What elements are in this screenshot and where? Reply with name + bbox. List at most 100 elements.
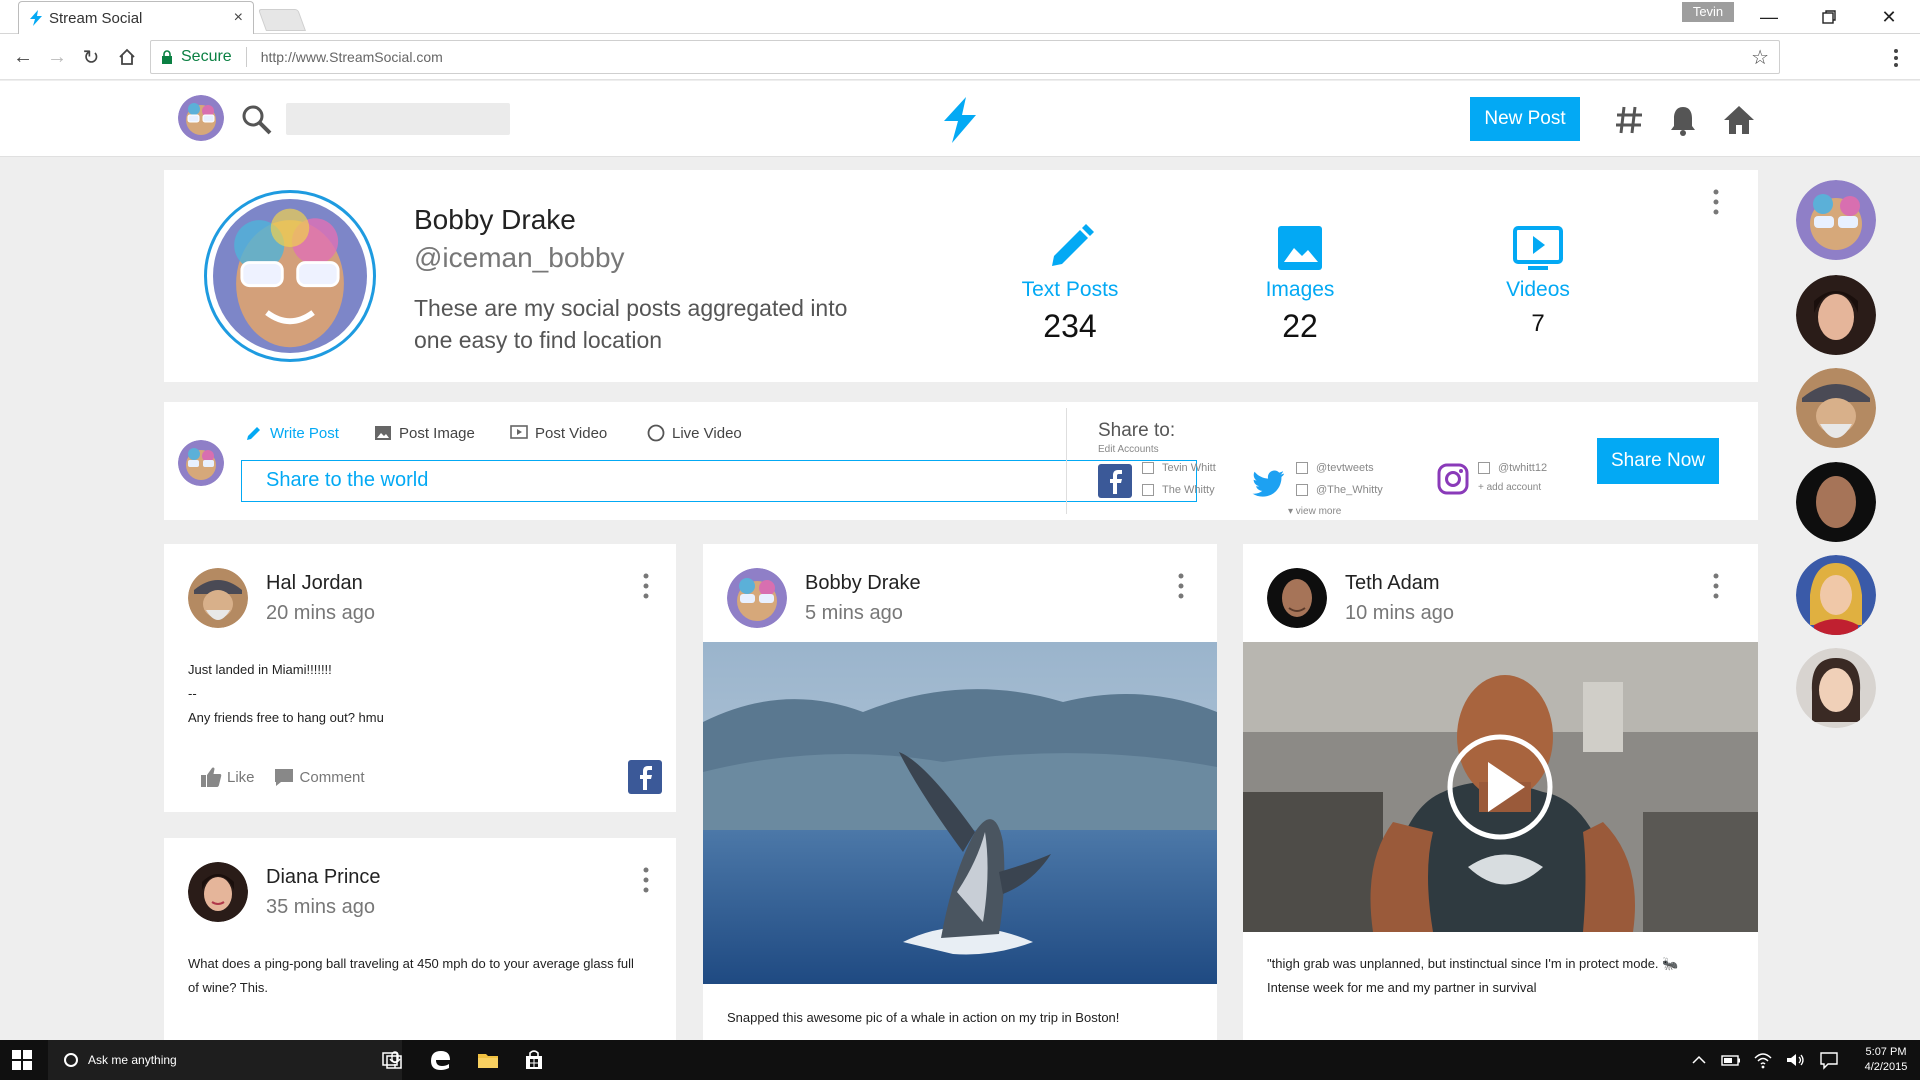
checkbox-box[interactable] [1142, 462, 1154, 474]
account-name: @twhitt12 [1498, 462, 1548, 474]
video-screen-icon [1513, 226, 1563, 270]
account-checkbox[interactable]: The Whitty [1142, 484, 1215, 496]
notification-bell-icon[interactable] [1666, 103, 1700, 137]
hashtag-icon[interactable] [1612, 103, 1646, 137]
author-name[interactable]: Bobby Drake [805, 572, 921, 595]
action-center-icon[interactable] [1818, 1048, 1840, 1072]
omnibox-divider [245, 47, 247, 67]
home-icon[interactable] [112, 42, 142, 72]
tab-post-image[interactable]: Post Image [374, 424, 475, 442]
url-text[interactable]: http://www.StreamSocial.com [261, 49, 1751, 65]
browser-tab[interactable]: Stream Social × [18, 1, 254, 34]
edge-browser-icon[interactable] [428, 1048, 452, 1072]
post-card: Hal Jordan 20 mins ago Just landed in Mi… [164, 544, 676, 812]
windows-taskbar: Ask me anything 5:07 PM 4/2/2015 [0, 1040, 1920, 1080]
restore-icon[interactable] [1806, 4, 1852, 30]
author-name[interactable]: Diana Prince [266, 866, 381, 889]
address-bar-row: ← → ↻ Secure http://www.StreamSocial.com… [0, 34, 1920, 80]
profile-avatar[interactable] [204, 190, 376, 362]
author-name[interactable]: Hal Jordan [266, 572, 363, 595]
friend-avatar[interactable] [1796, 275, 1876, 355]
pencil-icon [247, 427, 260, 440]
stat-text-posts[interactable]: Text Posts 234 [1000, 222, 1140, 345]
thumbs-up-icon [201, 767, 222, 787]
tab-write-post[interactable]: Write Post [245, 424, 339, 442]
cortana-search-box[interactable]: Ask me anything [48, 1040, 402, 1080]
friend-avatar[interactable] [1796, 648, 1876, 728]
battery-icon[interactable] [1720, 1048, 1742, 1072]
share-now-button[interactable]: Share Now [1597, 438, 1719, 484]
checkbox-box[interactable] [1142, 484, 1154, 496]
post-card: Teth Adam 10 mins ago "thigh grab was un… [1243, 544, 1758, 1040]
account-checkbox[interactable]: @twhitt12 [1478, 462, 1547, 474]
gym-video-thumbnail[interactable] [1243, 642, 1758, 932]
post-menu-icon[interactable] [640, 572, 652, 600]
profile-menu-icon[interactable] [1710, 188, 1722, 216]
stat-images[interactable]: Images 22 [1230, 222, 1370, 345]
friend-avatar[interactable] [1796, 555, 1876, 635]
profile-name: Bobby Drake [414, 204, 576, 235]
author-avatar[interactable] [727, 568, 787, 628]
minimize-icon[interactable]: — [1746, 4, 1792, 30]
reload-icon[interactable]: ↻ [76, 42, 106, 72]
friend-avatar[interactable] [1796, 368, 1876, 448]
browser-user-chip[interactable]: Tevin [1682, 2, 1734, 22]
add-account-link[interactable]: + add account [1478, 482, 1541, 493]
clock-time: 5:07 PM [1865, 1046, 1907, 1058]
tab-close-icon[interactable]: × [234, 9, 243, 27]
image-icon [375, 426, 391, 440]
whale-photo[interactable] [703, 642, 1217, 984]
forward-icon[interactable]: → [42, 42, 72, 72]
search-icon[interactable] [240, 103, 272, 135]
post-menu-icon[interactable] [1710, 572, 1722, 600]
back-icon[interactable]: ← [8, 42, 38, 72]
stat-videos[interactable]: Videos 7 [1468, 222, 1608, 338]
comment-button[interactable]: Comment [273, 766, 365, 788]
tab-post-video[interactable]: Post Video [510, 424, 607, 442]
post-menu-icon[interactable] [1175, 572, 1187, 600]
checkbox-box[interactable] [1296, 484, 1308, 496]
instagram-icon [1437, 463, 1469, 495]
omnibox[interactable]: Secure http://www.StreamSocial.com ☆ [150, 40, 1780, 74]
author-avatar[interactable] [188, 568, 248, 628]
checkbox-box[interactable] [1478, 462, 1490, 474]
friend-avatar[interactable] [1796, 462, 1876, 542]
like-label: Like [227, 768, 255, 786]
home-nav-icon[interactable] [1722, 103, 1756, 137]
edit-accounts-link[interactable]: Edit Accounts [1098, 444, 1159, 455]
tray-chevron-icon[interactable] [1690, 1048, 1708, 1072]
share-input[interactable]: Share to the world [241, 460, 1197, 502]
system-clock[interactable]: 5:07 PM 4/2/2015 [1860, 1045, 1912, 1075]
windows-start-icon[interactable] [12, 1050, 32, 1070]
store-icon[interactable] [522, 1048, 546, 1072]
account-checkbox[interactable]: Tevin Whitt [1142, 462, 1216, 474]
current-user-avatar[interactable] [178, 95, 224, 141]
file-explorer-icon[interactable] [476, 1048, 500, 1072]
checkbox-box[interactable] [1296, 462, 1308, 474]
browser-menu-icon[interactable] [1890, 48, 1902, 68]
stream-social-logo-icon[interactable] [940, 97, 980, 143]
window-close-icon[interactable]: ✕ [1866, 4, 1912, 30]
new-post-button[interactable]: New Post [1470, 97, 1580, 141]
author-name[interactable]: Teth Adam [1345, 572, 1440, 595]
search-input[interactable] [286, 103, 510, 135]
like-button[interactable]: Like [200, 766, 255, 788]
post-line: Intense week for me and my partner in su… [1267, 980, 1537, 995]
wifi-icon[interactable] [1752, 1048, 1774, 1072]
account-checkbox[interactable]: @tevtweets [1296, 462, 1374, 474]
post-line: of wine? This. [188, 980, 268, 995]
new-tab-button[interactable] [257, 9, 307, 31]
bookmark-star-icon[interactable]: ☆ [1751, 45, 1769, 70]
task-view-icon[interactable] [380, 1048, 404, 1072]
volume-icon[interactable] [1784, 1048, 1806, 1072]
post-card: Bobby Drake 5 mins ago Snapped this awes… [703, 544, 1217, 1040]
friend-avatar[interactable] [1796, 180, 1876, 260]
tab-live-video[interactable]: Live Video [647, 424, 742, 442]
post-line: -- [188, 686, 197, 701]
post-menu-icon[interactable] [640, 866, 652, 894]
tab-label: Live Video [672, 424, 742, 442]
author-avatar[interactable] [1267, 568, 1327, 628]
account-checkbox[interactable]: @The_Whitty [1296, 484, 1383, 496]
view-more-link[interactable]: ▾ view more [1288, 506, 1341, 517]
author-avatar[interactable] [188, 862, 248, 922]
